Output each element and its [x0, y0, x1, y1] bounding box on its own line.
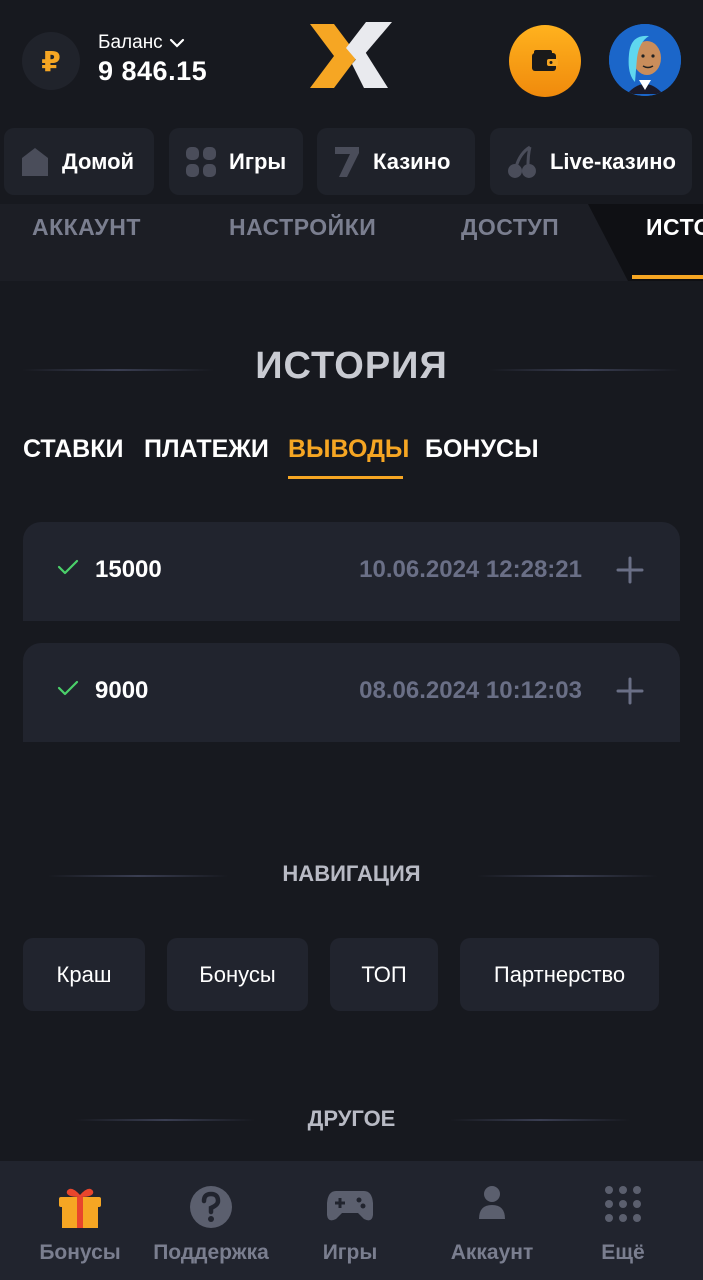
- tab-payments[interactable]: ПЛАТЕЖИ: [144, 435, 269, 464]
- bottom-tab-label: Ещё: [601, 1241, 645, 1264]
- user-avatar-icon: [609, 24, 681, 96]
- tab-access[interactable]: ДОСТУП: [461, 214, 559, 241]
- seven-icon: [335, 146, 359, 177]
- tab-history[interactable]: ИСТОРИЯ: [646, 214, 703, 241]
- page-title: ИСТОРИЯ: [255, 345, 448, 387]
- bottom-tab-label: Игры: [322, 1241, 378, 1264]
- top-nav-label: Игры: [229, 148, 287, 174]
- bottom-tab-label: Поддержка: [153, 1241, 269, 1264]
- avatar[interactable]: [609, 24, 681, 96]
- top-nav-casino[interactable]: Казино: [317, 128, 475, 195]
- cherry-icon: [507, 145, 536, 178]
- bottom-tab-account[interactable]: Аккаунт: [442, 1161, 542, 1280]
- bottom-tab-label: Бонусы: [39, 1241, 121, 1264]
- tab-settings[interactable]: НАСТРОЙКИ: [229, 214, 376, 241]
- bottom-tab-more[interactable]: Ещё: [585, 1161, 661, 1280]
- brand-logo-icon[interactable]: [306, 20, 394, 90]
- top-nav-label: Казино: [373, 148, 451, 174]
- top-nav-games[interactable]: Игры: [169, 128, 303, 195]
- bottom-tab-label: Аккаунт: [450, 1241, 534, 1264]
- active-tab-indicator: [288, 476, 403, 479]
- gamepad-icon: [327, 1191, 373, 1221]
- section-title-other: ДРУГОЕ: [307, 1106, 396, 1131]
- withdrawal-row[interactable]: 9000 08.06.2024 10:12:03: [23, 643, 680, 742]
- check-icon: [57, 680, 79, 696]
- withdrawal-amount: 9000: [95, 677, 149, 704]
- gift-icon: [59, 1188, 101, 1228]
- withdrawal-date: 08.06.2024 10:12:03: [359, 677, 582, 704]
- balance-value: 9 846.15: [98, 56, 208, 86]
- bottom-tab-bonuses[interactable]: Бонусы: [30, 1161, 130, 1280]
- active-tab-indicator: [632, 275, 703, 279]
- home-icon: [22, 147, 48, 176]
- user-icon: [479, 1186, 505, 1219]
- tab-withdrawals[interactable]: ВЫВОДЫ: [288, 435, 409, 464]
- nav-link-partnership[interactable]: Партнерство: [460, 938, 659, 1011]
- bottom-tab-support[interactable]: Поддержка: [150, 1161, 272, 1280]
- tab-account[interactable]: АККАУНТ: [32, 214, 141, 241]
- top-nav: Домой Игры Казино Live-казино: [0, 128, 703, 196]
- grid-icon: [186, 146, 216, 177]
- currency-icon: ₽: [22, 32, 80, 90]
- wallet-icon: [532, 50, 558, 71]
- top-nav-label: Домой: [62, 148, 135, 174]
- expand-plus-icon[interactable]: [616, 677, 644, 705]
- wallet-button[interactable]: [509, 25, 581, 97]
- top-nav-live-casino[interactable]: Live-казино: [490, 128, 692, 195]
- chevron-down-icon: [169, 38, 184, 48]
- dots-grid-icon: [605, 1186, 641, 1222]
- top-nav-home[interactable]: Домой: [4, 128, 154, 195]
- check-icon: [57, 559, 79, 575]
- withdrawal-amount: 15000: [95, 556, 162, 583]
- withdrawal-row[interactable]: 15000 10.06.2024 12:28:21: [23, 522, 680, 621]
- nav-link-top[interactable]: ТОП: [330, 938, 438, 1011]
- bottom-tab-games[interactable]: Игры: [302, 1161, 398, 1280]
- section-title-navigation: НАВИГАЦИЯ: [282, 861, 421, 886]
- expand-plus-icon[interactable]: [616, 556, 644, 584]
- balance-label: Баланс: [98, 32, 163, 53]
- top-nav-label: Live-казино: [549, 148, 676, 174]
- tab-bets[interactable]: СТАВКИ: [23, 435, 123, 464]
- balance-dropdown[interactable]: Баланс: [98, 32, 185, 54]
- account-tabs: АККАУНТ НАСТРОЙКИ ДОСТУП ИСТОРИЯ: [0, 204, 703, 281]
- help-icon: [190, 1186, 232, 1228]
- nav-link-bonuses[interactable]: Бонусы: [167, 938, 308, 1011]
- withdrawal-date: 10.06.2024 12:28:21: [359, 556, 582, 583]
- nav-link-crash[interactable]: Краш: [23, 938, 145, 1011]
- bottom-tab-bar: Бонусы Поддержка Игры Аккаунт Ещё: [0, 1161, 703, 1280]
- header: ₽ Баланс 9 846.15: [0, 0, 703, 122]
- tab-bonuses[interactable]: БОНУСЫ: [425, 435, 539, 464]
